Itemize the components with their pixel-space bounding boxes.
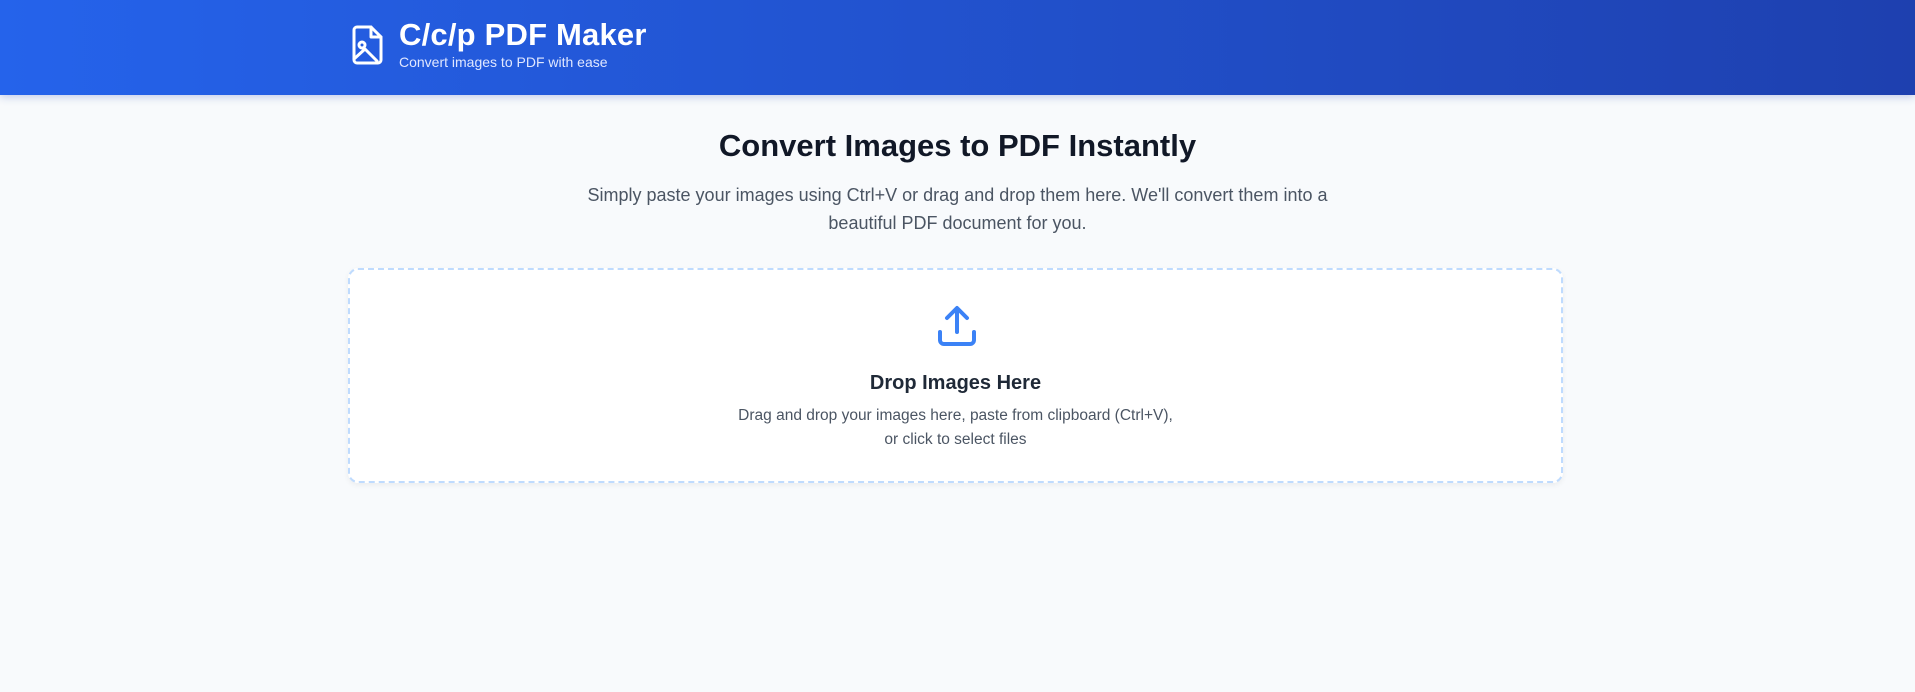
file-image-icon: [350, 25, 384, 65]
app-header: C/c/p PDF Maker Convert images to PDF wi…: [0, 0, 1915, 95]
page-title: Convert Images to PDF Instantly: [718, 128, 1197, 163]
image-dropzone[interactable]: Drop Images Here Drag and drop your imag…: [348, 268, 1563, 483]
brand[interactable]: C/c/p PDF Maker Convert images to PDF wi…: [350, 18, 647, 71]
brand-text: C/c/p PDF Maker Convert images to PDF wi…: [399, 18, 647, 71]
dropzone-description-line-1: Drag and drop your images here, paste fr…: [738, 407, 1173, 424]
dropzone-description-line-2: or click to select files: [884, 431, 1027, 448]
hero-section: Convert Images to PDF Instantly Simply p…: [0, 125, 1915, 237]
upload-icon: [935, 304, 979, 348]
dropzone-description: Drag and drop your images here, paste fr…: [706, 404, 1206, 452]
app-subtitle: Convert images to PDF with ease: [399, 54, 608, 70]
app-title: C/c/p PDF Maker: [399, 17, 647, 52]
dropzone-title: Drop Images Here: [869, 372, 1042, 394]
page-description: Simply paste your images using Ctrl+V or…: [587, 185, 1328, 233]
